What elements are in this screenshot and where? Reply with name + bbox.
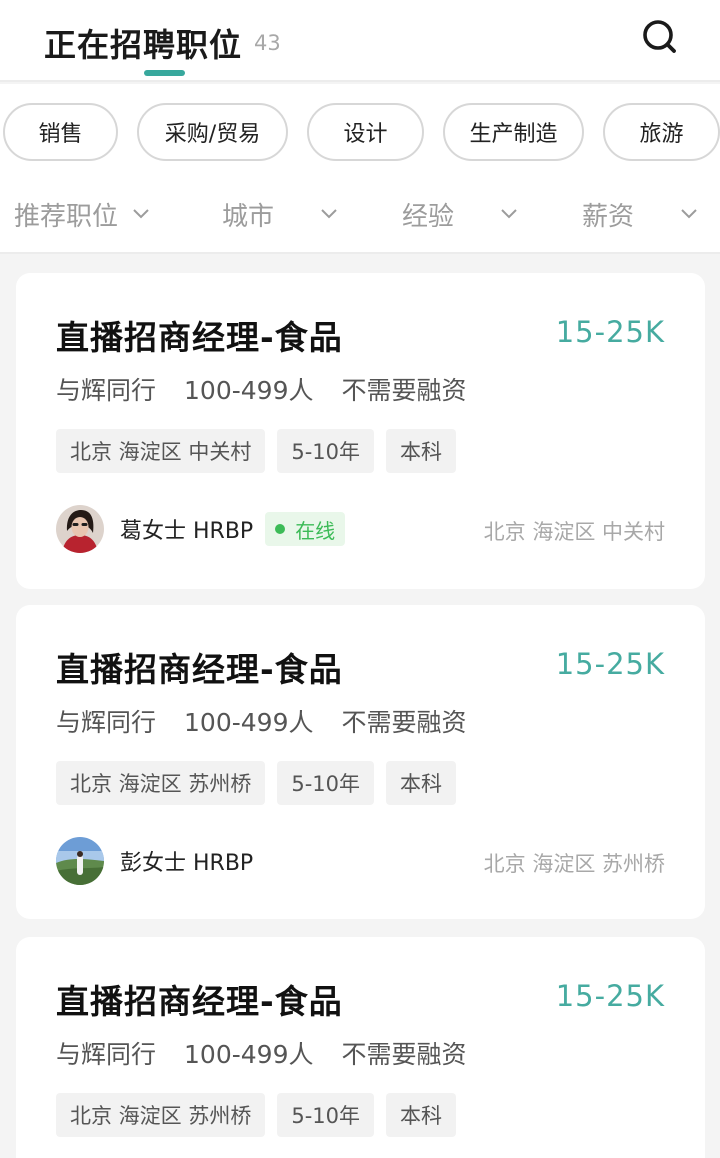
tag-experience: 5-10年	[277, 1093, 375, 1137]
job-salary: 15-25K	[555, 979, 665, 1013]
category-chip-sales[interactable]: 销售	[3, 103, 118, 161]
active-tab-indicator	[144, 70, 185, 76]
avatar	[56, 505, 104, 553]
job-location: 北京 海淀区 苏州桥	[483, 852, 665, 876]
tag-education: 本科	[386, 761, 457, 805]
job-salary: 15-25K	[555, 315, 665, 349]
online-status-badge: 在线	[265, 512, 346, 546]
filter-experience[interactable]: 经验	[402, 194, 518, 234]
recruiter-name: 彭女士 HRBP	[120, 851, 254, 876]
page-title[interactable]: 正在招聘职位	[44, 20, 242, 66]
job-card[interactable]: 直播招商经理-食品 15-25K 与辉同行 100-499人 不需要融资 北京 …	[16, 937, 705, 1158]
job-title: 直播招商经理-食品	[56, 318, 343, 357]
job-card[interactable]: 直播招商经理-食品 15-25K 与辉同行 100-499人 不需要融资 北京 …	[16, 273, 705, 589]
filter-bar: 推荐职位 城市 经验 薪资	[0, 180, 720, 254]
filter-recommended[interactable]: 推荐职位	[14, 194, 150, 234]
company-info: 与辉同行 100-499人 不需要融资	[56, 703, 467, 739]
filter-salary[interactable]: 薪资	[582, 194, 698, 234]
filter-label: 经验	[402, 201, 455, 232]
job-tags: 北京 海淀区 苏州桥 5-10年 本科	[56, 761, 457, 805]
tag-education: 本科	[386, 1093, 457, 1137]
company-size: 100-499人	[184, 1040, 314, 1069]
filter-label: 城市	[222, 201, 275, 232]
category-chip-travel[interactable]: 旅游	[603, 103, 720, 161]
chevron-down-icon	[133, 209, 149, 219]
company-funding: 不需要融资	[341, 376, 467, 405]
chevron-down-icon	[321, 209, 337, 219]
company-name: 与辉同行	[56, 376, 157, 405]
chevron-down-icon	[501, 209, 517, 219]
recruiter-info: 彭女士 HRBP	[56, 837, 253, 885]
filter-city[interactable]: 城市	[222, 194, 338, 234]
company-size: 100-499人	[184, 708, 314, 737]
tag-experience: 5-10年	[277, 761, 375, 805]
search-icon	[643, 20, 676, 53]
tag-location: 北京 海淀区 苏州桥	[56, 1093, 266, 1137]
job-count: 43	[254, 31, 281, 55]
company-name: 与辉同行	[56, 1040, 157, 1069]
company-funding: 不需要融资	[341, 708, 467, 737]
company-name: 与辉同行	[56, 708, 157, 737]
job-salary: 15-25K	[555, 647, 665, 681]
company-info: 与辉同行 100-499人 不需要融资	[56, 371, 467, 407]
category-chip-design[interactable]: 设计	[307, 103, 424, 161]
tag-education: 本科	[386, 429, 457, 473]
chevron-down-icon	[681, 209, 697, 219]
job-title: 直播招商经理-食品	[56, 982, 343, 1021]
tag-location: 北京 海淀区 中关村	[56, 429, 266, 473]
tag-experience: 5-10年	[277, 429, 375, 473]
company-funding: 不需要融资	[341, 1040, 467, 1069]
avatar	[56, 837, 104, 885]
filter-label: 推荐职位	[14, 201, 119, 232]
online-dot-icon	[275, 524, 286, 534]
recruiter-info: 葛女士 HRBP 在线	[56, 505, 346, 553]
page-header: 正在招聘职位 43	[0, 0, 720, 82]
company-size: 100-499人	[184, 376, 314, 405]
job-location: 北京 海淀区 中关村	[483, 520, 665, 544]
job-title: 直播招商经理-食品	[56, 650, 343, 689]
recruiter-name: 葛女士 HRBP	[120, 519, 254, 544]
online-status-label: 在线	[295, 518, 336, 543]
job-tags: 北京 海淀区 苏州桥 5-10年 本科	[56, 1093, 457, 1137]
search-button[interactable]	[638, 16, 682, 60]
category-chips: 销售 采购/贸易 设计 生产制造 旅游	[0, 84, 720, 180]
filter-label: 薪资	[582, 201, 635, 232]
job-card[interactable]: 直播招商经理-食品 15-25K 与辉同行 100-499人 不需要融资 北京 …	[16, 605, 705, 919]
job-tags: 北京 海淀区 中关村 5-10年 本科	[56, 429, 457, 473]
company-info: 与辉同行 100-499人 不需要融资	[56, 1035, 467, 1071]
category-chip-purchasing[interactable]: 采购/贸易	[137, 103, 288, 161]
tag-location: 北京 海淀区 苏州桥	[56, 761, 266, 805]
category-chip-manufacturing[interactable]: 生产制造	[443, 103, 584, 161]
